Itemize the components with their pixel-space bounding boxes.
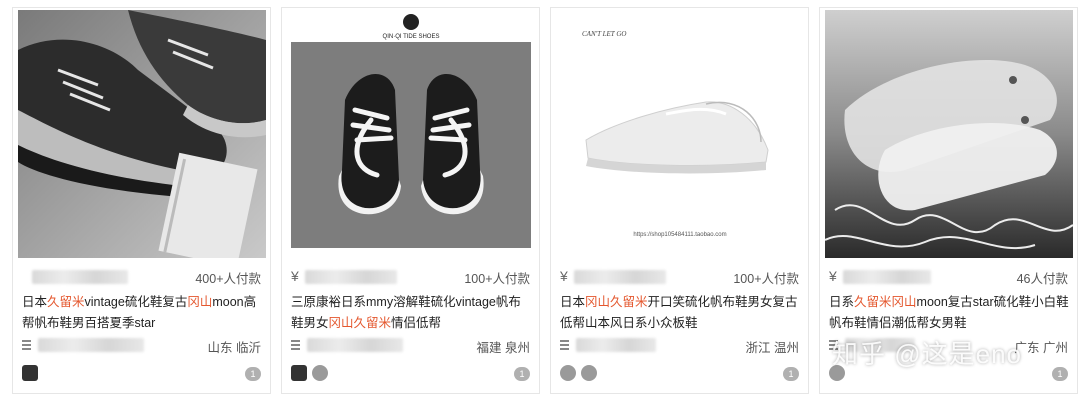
sales-count: 400+人付款 [195, 272, 261, 286]
shop-badge-icon [291, 365, 307, 381]
comment-bubble-icon[interactable]: 1 [514, 367, 530, 381]
store-row: 福建 泉州 [291, 336, 530, 355]
product-title[interactable]: 三原康裕日系mmy溶解鞋硫化vintage帆布鞋男女冈山久留米情侣低帮 [291, 292, 531, 334]
product-title[interactable]: 日系久留米冈山moon复古star硫化鞋小白鞋帆布鞋情侣潮低帮女男鞋 [829, 292, 1069, 334]
badge-row: 1 [22, 365, 261, 385]
image-url-text: https://shop105484111.taobao.com [633, 232, 726, 238]
price-row: 400+人付款 [22, 267, 261, 287]
product-image[interactable] [18, 10, 266, 258]
store-name-blurred[interactable] [38, 338, 144, 352]
comment-bubble-icon[interactable]: 1 [245, 367, 261, 381]
product-image[interactable] [825, 10, 1073, 258]
currency-symbol: ¥ [829, 268, 837, 284]
price-blurred [843, 270, 931, 284]
sales-count: 46人付款 [1016, 272, 1068, 286]
sales-count: 100+人付款 [733, 272, 799, 286]
product-title[interactable]: 日本久留米vintage硫化鞋复古冈山moon高帮帆布鞋男百搭夏季star [22, 292, 262, 334]
price-blurred [32, 270, 128, 284]
image-brand-text: QIN·QI TIDE SHOES [383, 34, 440, 40]
price-blurred [574, 270, 666, 284]
product-card[interactable]: QIN·QI TIDE SHOES ¥ 100+人付款 三原康裕日系mmy溶解鞋… [281, 7, 540, 394]
shop-badge-icon [22, 365, 38, 381]
comment-bubble-icon[interactable]: 1 [783, 367, 799, 381]
price-blurred [305, 270, 397, 284]
location: 福建 泉州 [476, 341, 530, 355]
product-title[interactable]: 日本冈山久留米开口笑硫化帆布鞋男女复古低帮山本风日系小众板鞋 [560, 292, 800, 334]
store-row: 浙江 温州 [560, 336, 799, 355]
currency-symbol: ¥ [560, 268, 568, 284]
product-card[interactable]: 400+人付款 日本久留米vintage硫化鞋复古冈山moon高帮帆布鞋男百搭夏… [12, 7, 271, 394]
comment-bubble-icon[interactable]: 1 [1052, 367, 1068, 381]
price-row: ¥ 100+人付款 [560, 267, 799, 287]
store-name-blurred[interactable] [576, 338, 656, 352]
location: 广东 广州 [1014, 341, 1068, 355]
store-row: 山东 临沂 [22, 336, 261, 355]
price-row: ¥ 46人付款 [829, 267, 1068, 287]
skull-badge-icon [312, 365, 328, 381]
badge-row: 1 [291, 365, 530, 385]
location: 浙江 温州 [745, 341, 799, 355]
store-name-blurred[interactable] [307, 338, 403, 352]
menu-icon [22, 340, 31, 350]
sales-count: 100+人付款 [464, 272, 530, 286]
product-image[interactable]: QIN·QI TIDE SHOES [287, 10, 535, 258]
location: 山东 临沂 [207, 341, 261, 355]
currency-symbol: ¥ [291, 268, 299, 284]
watermark: 知乎 @这是eno [832, 339, 1022, 369]
image-caption-text: CAN'T LET GO [582, 30, 626, 38]
skull-badge-icon [581, 365, 597, 381]
menu-icon [560, 340, 569, 350]
price-row: ¥ 100+人付款 [291, 267, 530, 287]
menu-icon [291, 340, 300, 350]
product-card[interactable]: CAN'T LET GO https://shop105484111.taoba… [550, 7, 809, 394]
badge-row: 1 [560, 365, 799, 385]
product-image[interactable]: CAN'T LET GO https://shop105484111.taoba… [556, 10, 804, 258]
shop-badge-icon [560, 365, 576, 381]
